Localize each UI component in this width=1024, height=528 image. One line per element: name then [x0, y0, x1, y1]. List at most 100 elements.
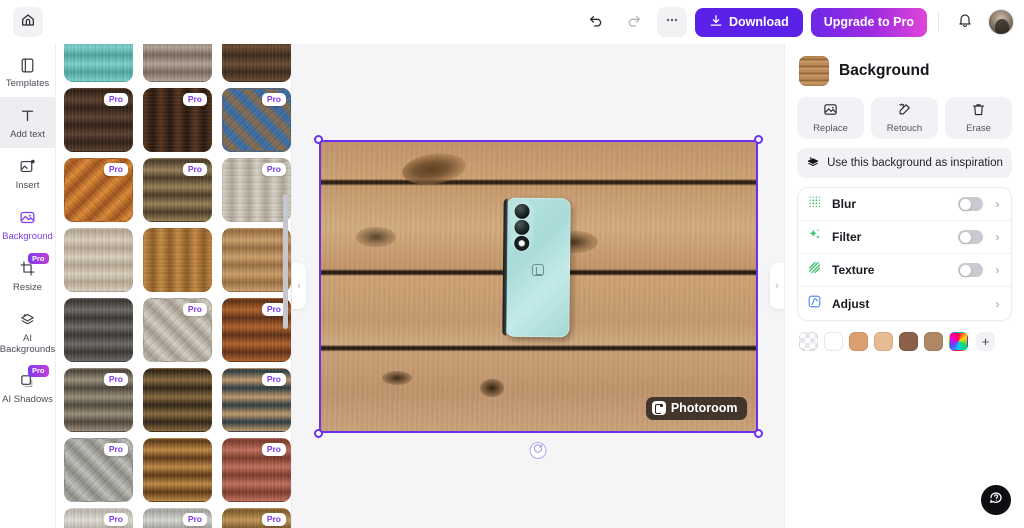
wood-knot [399, 149, 468, 188]
camera-lens [513, 235, 529, 251]
background-thumbnail-deep-brown-vertical-wood[interactable]: Pro [143, 88, 212, 152]
redo-icon [626, 12, 642, 33]
insert-image-icon [18, 157, 38, 177]
background-thumbnail-red-painted-wood[interactable]: Pro [222, 438, 291, 502]
background-preview-thumbnail[interactable] [799, 56, 829, 86]
option-row-filter[interactable]: Filter › [798, 221, 1011, 254]
tan-swatch[interactable] [849, 332, 868, 351]
transparent-swatch[interactable] [799, 332, 818, 351]
background-thumbnail-light-diagonal-planks[interactable]: Pro [143, 298, 212, 362]
background-thumbnail-tree-ring-cross-section[interactable] [143, 438, 212, 502]
retouch-button[interactable]: Retouch [871, 97, 938, 139]
undo-button[interactable] [581, 7, 611, 37]
canvas-area[interactable]: ‹ › Photoroom [292, 44, 784, 528]
toolbar-divider [938, 12, 939, 32]
background-thumbnail-white-washed-wood[interactable]: Pro [64, 508, 133, 528]
background-thumbnail-orange-burl-wood[interactable]: Pro [64, 158, 133, 222]
background-library-scroll: Pro Pro Pro Pro Pro Pro Pro Pro Pro Pro Pro Pro Pro P… [56, 44, 291, 528]
sidebar-item-background[interactable]: Background [0, 199, 56, 250]
background-thumbnail-grey-brown-wood[interactable] [143, 44, 212, 82]
sidebar-item-templates[interactable]: Templates [0, 46, 56, 97]
resize-handle-top-right[interactable] [753, 134, 763, 144]
background-thumbnail-charcoal-weathered-wood[interactable] [64, 298, 133, 362]
background-thumbnail-whitewashed-vertical-wood[interactable]: Pro [222, 158, 291, 222]
photoroom-editor: Download Upgrade to Pro Templates Add te… [0, 0, 1024, 528]
pro-badge: Pro [182, 163, 207, 177]
camera-lens [513, 219, 529, 235]
white-swatch[interactable] [824, 332, 843, 351]
option-label-adjust: Adjust [832, 296, 870, 311]
chevron-right-icon[interactable]: › [993, 297, 1002, 311]
medium-brown-swatch[interactable] [924, 332, 943, 351]
sidebar-label-add-text: Add text [10, 128, 45, 140]
background-thumbnail-grey-scratched-wood[interactable]: Pro [143, 508, 212, 528]
background-thumbnail-rust-orange-wood[interactable]: Pro [222, 298, 291, 362]
background-thumbnail-weathered-brown-wood[interactable]: Pro [143, 158, 212, 222]
chevron-right-icon[interactable]: › [993, 230, 1002, 244]
sidebar-item-add-text[interactable]: Add text [0, 96, 56, 148]
pro-badge-ai-shadows: Pro [27, 365, 49, 377]
rotate-handle[interactable] [529, 441, 547, 459]
wood-knot [479, 378, 504, 397]
collapse-right-panel-button[interactable]: › [770, 263, 784, 309]
sidebar-label-ai-backgrounds: AI Backgrounds [0, 332, 56, 355]
pro-badge: Pro [103, 163, 128, 177]
background-thumbnail-pale-pine-planks[interactable] [64, 228, 133, 292]
undo-icon [588, 12, 604, 33]
add-color-button[interactable]: + [976, 332, 995, 351]
option-row-adjust[interactable]: Adjust › [798, 287, 1011, 320]
background-thumbnail-dark-brown-wood[interactable] [222, 44, 291, 82]
more-options-button[interactable] [656, 7, 687, 37]
background-thumbnail-golden-vertical-planks[interactable] [143, 228, 212, 292]
chevron-right-icon[interactable]: › [993, 263, 1002, 277]
background-action-row: Replace Retouch Erase [797, 97, 1012, 139]
background-thumbnail-honey-parquet-wood[interactable]: Pro [222, 508, 291, 528]
use-background-as-inspiration-button[interactable]: Use this background as inspiration [797, 148, 1012, 178]
chevron-right-icon[interactable]: › [993, 197, 1002, 211]
home-icon [20, 12, 36, 33]
upgrade-to-pro-button[interactable]: Upgrade to Pro [810, 7, 927, 37]
oneplus-phone-subject[interactable] [501, 197, 571, 337]
light-tan-swatch[interactable] [874, 332, 893, 351]
photoroom-watermark[interactable]: Photoroom [645, 396, 747, 420]
templates-icon [18, 55, 38, 75]
dark-brown-swatch[interactable] [899, 332, 918, 351]
trash-icon [971, 102, 986, 120]
resize-handle-bottom-left[interactable] [313, 428, 323, 438]
redo-button[interactable] [619, 7, 649, 37]
background-icon [18, 208, 38, 228]
resize-handle-top-left[interactable] [313, 134, 323, 144]
toggle-filter[interactable] [958, 230, 983, 244]
sidebar-label-templates: Templates [5, 78, 50, 89]
sidebar-item-ai-backgrounds[interactable]: AI Backgrounds [0, 301, 56, 363]
help-button[interactable] [981, 485, 1011, 515]
download-button[interactable]: Download [694, 7, 803, 37]
background-thumbnail-mixed-tone-planks[interactable]: Pro [222, 368, 291, 432]
collapse-left-panel-button[interactable]: ‹ [292, 263, 306, 309]
sidebar-item-insert[interactable]: Insert [0, 148, 56, 199]
option-row-blur[interactable]: Blur › [798, 188, 1011, 221]
toggle-texture[interactable] [958, 263, 983, 277]
resize-handle-bottom-right[interactable] [753, 428, 763, 438]
grid-scrollbar-thumb[interactable] [283, 194, 288, 329]
sidebar-item-ai-shadows[interactable]: Pro AI Shadows [0, 362, 56, 413]
home-button[interactable] [13, 7, 43, 37]
sidebar-item-resize[interactable]: Pro Resize [0, 250, 56, 301]
background-thumbnail-natural-pine-boards[interactable] [222, 228, 291, 292]
replace-button[interactable]: Replace [797, 97, 864, 139]
color-picker-swatch[interactable] [949, 332, 968, 351]
option-row-texture[interactable]: Texture › [798, 254, 1011, 287]
artboard[interactable]: Photoroom [319, 140, 757, 432]
background-thumbnail-cracked-tree-bark[interactable] [143, 368, 212, 432]
erase-button[interactable]: Erase [945, 97, 1012, 139]
background-thumbnail-teal-wood-planks[interactable] [64, 44, 133, 82]
wood-knot [355, 226, 396, 247]
notifications-button[interactable] [950, 7, 980, 37]
background-thumbnail-blue-distressed-wood[interactable]: Pro [222, 88, 291, 152]
background-thumbnail-dark-plank-wood[interactable]: Pro [64, 88, 133, 152]
grid-scrollbar-track[interactable] [283, 44, 288, 528]
toggle-blur[interactable] [958, 197, 983, 211]
user-avatar[interactable] [988, 9, 1014, 35]
background-thumbnail-grey-diagonal-boards[interactable]: Pro [64, 438, 133, 502]
background-thumbnail-grey-bark-texture[interactable]: Pro [64, 368, 133, 432]
